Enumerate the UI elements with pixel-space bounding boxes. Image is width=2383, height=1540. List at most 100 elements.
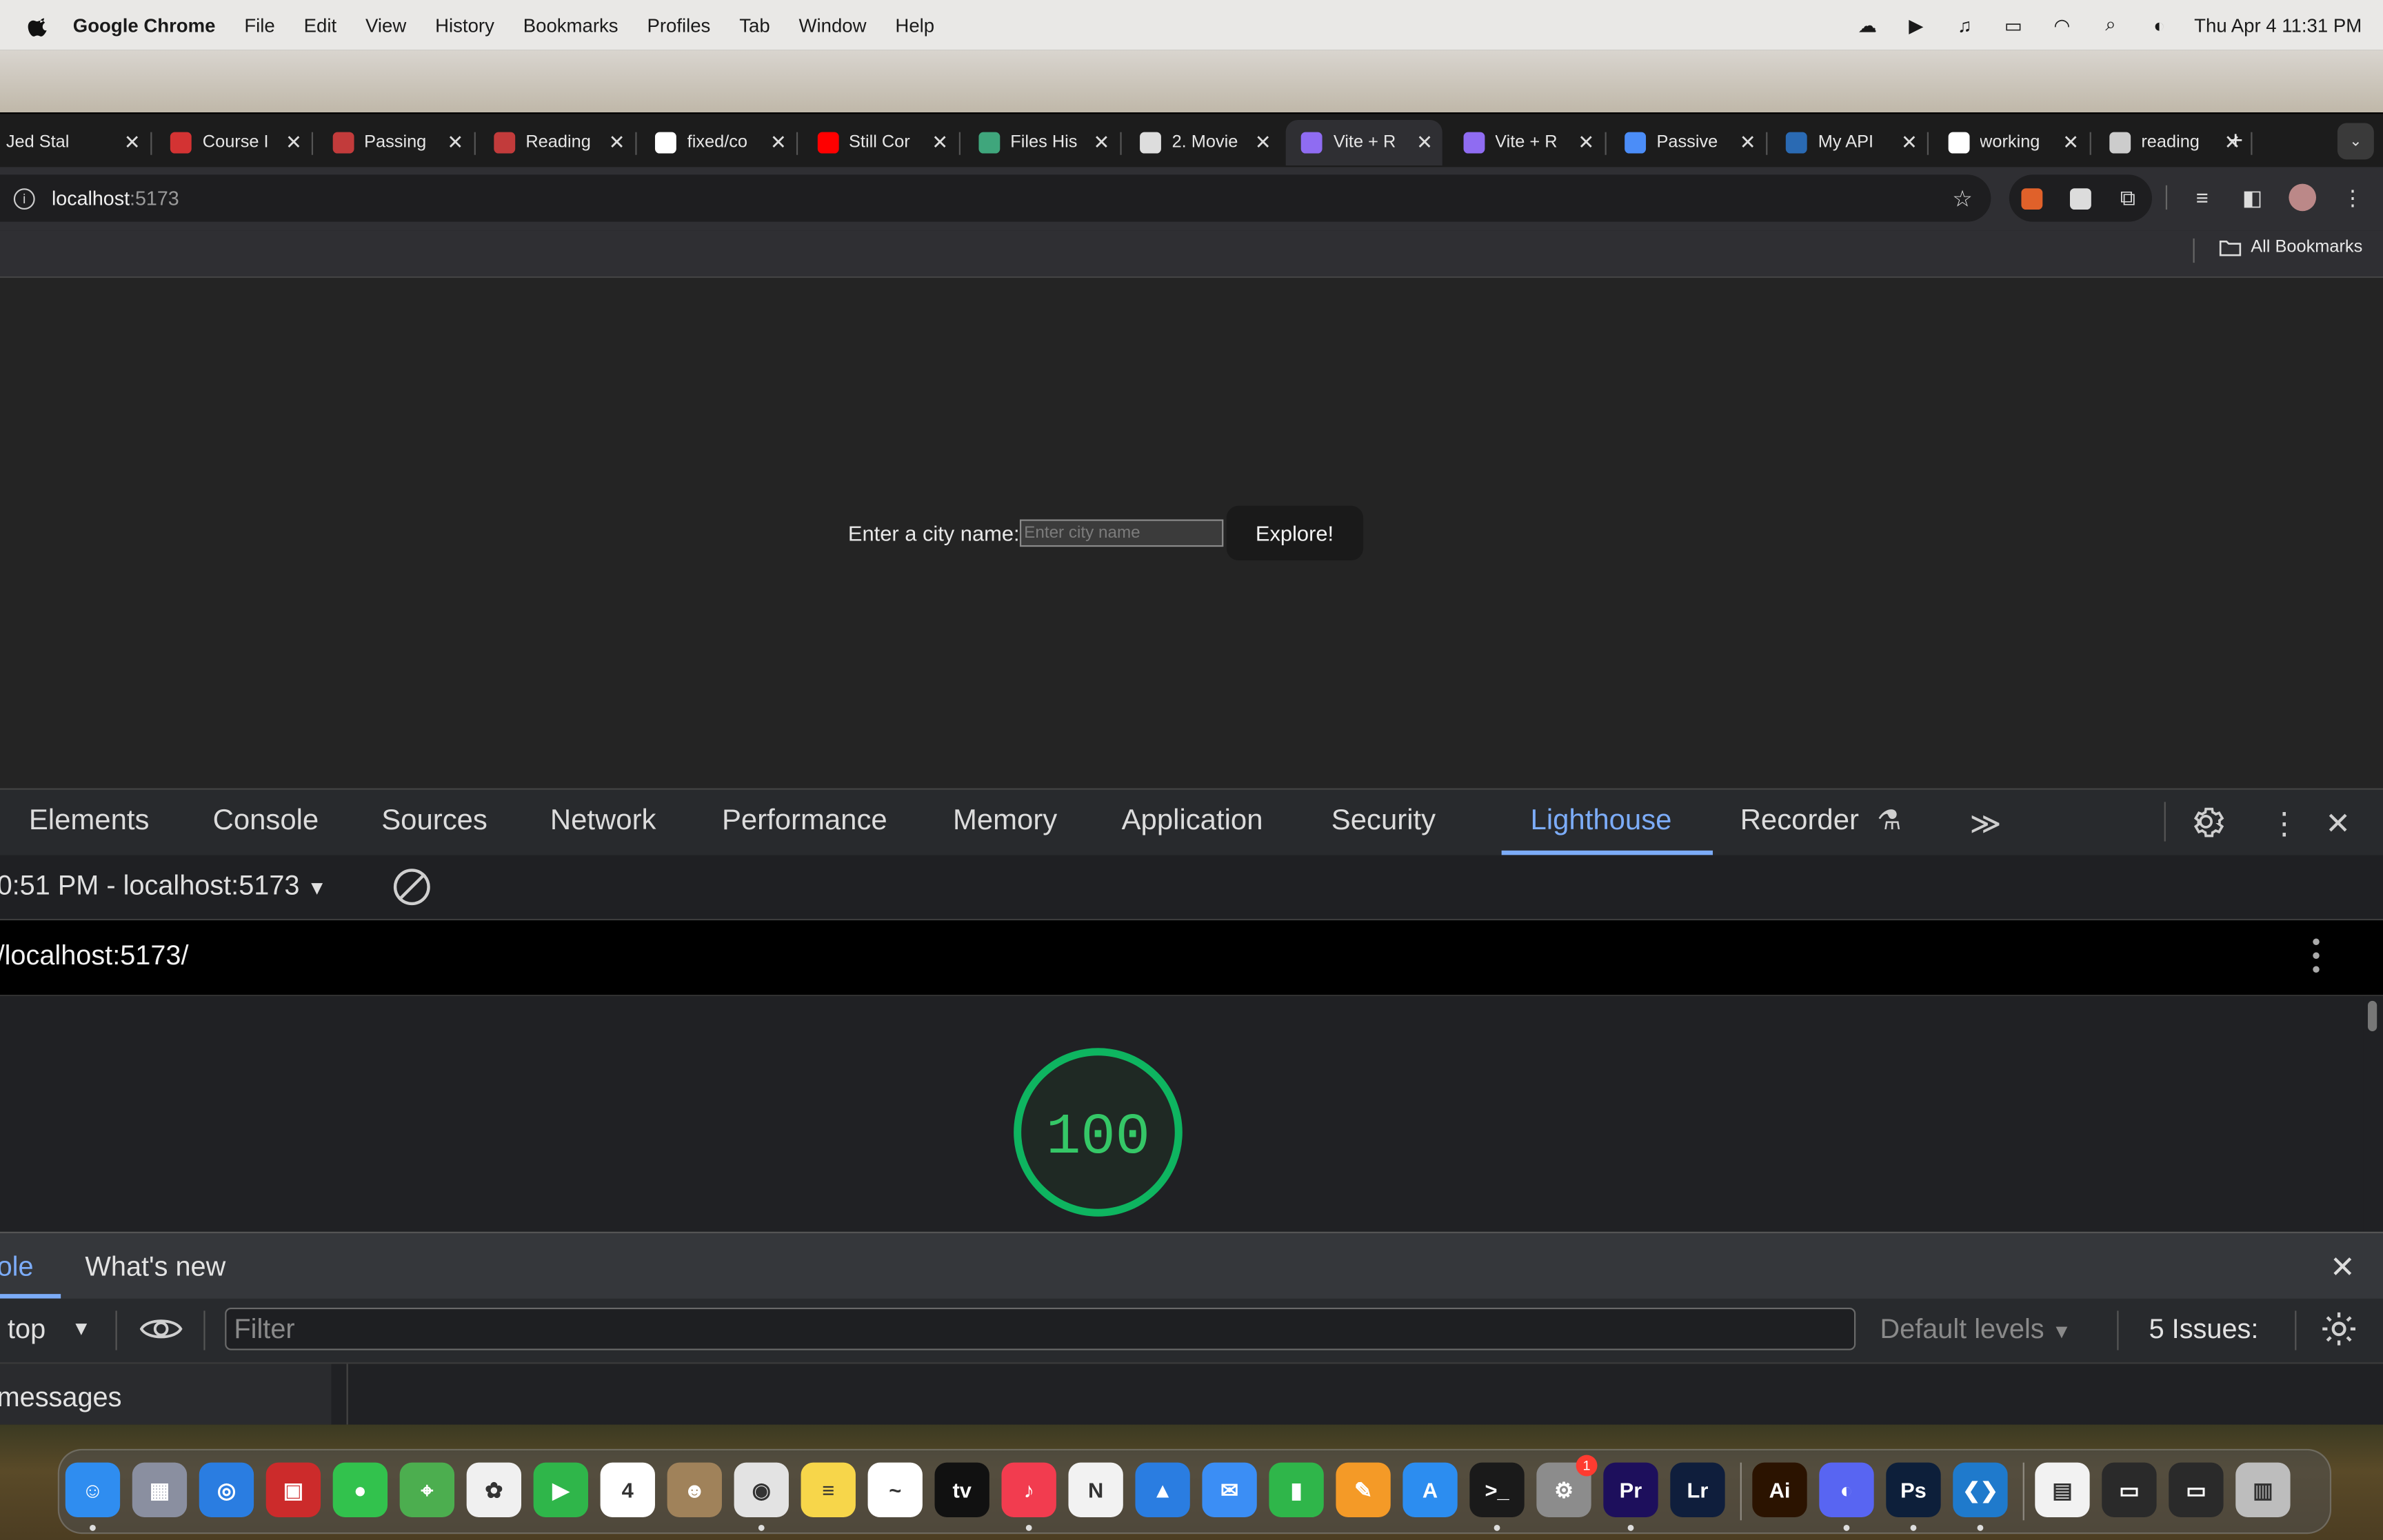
dock-app-tv[interactable]: tv — [934, 1462, 989, 1517]
side-panel-icon[interactable]: ◧ — [2240, 185, 2264, 210]
tab-close-icon[interactable]: ✕ — [281, 130, 305, 154]
dock-app-terminal[interactable]: >_ — [1469, 1462, 1525, 1517]
dock-app-facetime[interactable]: ▶ — [533, 1462, 588, 1517]
devtools-tab-console[interactable]: Console — [213, 805, 319, 838]
chrome-menu-kebab-icon[interactable]: ⋮ — [2340, 185, 2364, 210]
drawer-tab-whats-new[interactable]: What's new — [85, 1251, 225, 1283]
menu-help[interactable]: Help — [895, 14, 934, 36]
report-scrollbar[interactable] — [2363, 996, 2383, 1232]
dock-app-photoshop[interactable]: Ps — [1886, 1462, 1941, 1517]
dock-app-safari[interactable]: ◎ — [199, 1462, 254, 1517]
devtools-tab-performance[interactable]: Performance — [722, 805, 887, 838]
city-input[interactable] — [1019, 519, 1223, 547]
devtools-kebab-icon[interactable]: ⋮ — [2269, 805, 2300, 843]
dock-app-news[interactable]: N — [1068, 1462, 1123, 1517]
airpods-icon[interactable]: ♫ — [1951, 14, 1979, 36]
drawer-tab-console[interactable]: ole — [0, 1251, 34, 1283]
clear-reports-icon[interactable] — [393, 869, 430, 906]
devtools-tab-network[interactable]: Network — [550, 805, 656, 838]
menu-bookmarks[interactable]: Bookmarks — [523, 14, 619, 36]
profile-avatar[interactable] — [2289, 183, 2317, 212]
dock-app-app-store[interactable]: A — [1402, 1462, 1458, 1517]
creative-cloud-icon[interactable]: ☁ — [1853, 14, 1881, 37]
tab-close-icon[interactable]: ✕ — [443, 130, 467, 154]
tab-close-icon[interactable]: ✕ — [605, 130, 629, 154]
dock-app-lightroom[interactable]: Lr — [1670, 1462, 1725, 1517]
tab-close-icon[interactable]: ✕ — [1574, 130, 1598, 154]
dock-app-notes[interactable]: ≡ — [801, 1462, 856, 1517]
extension-icon-2[interactable] — [2069, 188, 2091, 210]
browser-tab[interactable]: working ✕ — [1933, 120, 2091, 165]
console-settings-gear-icon[interactable] — [2319, 1309, 2358, 1348]
devtools-tab-recorder[interactable]: Recorder — [1740, 805, 1859, 838]
more-tabs-icon[interactable]: ≫ — [1970, 805, 2002, 843]
dock-app-discord[interactable]: ◐ — [1819, 1462, 1874, 1517]
tab-close-icon[interactable]: ✕ — [766, 130, 790, 154]
dock-app-photo-booth[interactable]: ▣ — [265, 1462, 321, 1517]
context-selector[interactable]: top — [8, 1314, 46, 1346]
devtools-tab-sources[interactable]: Sources — [381, 805, 487, 838]
browser-tab[interactable]: Course I ✕ — [155, 120, 314, 165]
browser-tab[interactable]: 2. Movie ✕ — [1125, 120, 1281, 165]
report-selector[interactable]: 0:51 PM - localhost:5173 ▼ — [0, 870, 327, 902]
spotlight-search-icon[interactable]: ⌕ — [2097, 14, 2124, 36]
dock-app-calendar[interactable]: 4 — [600, 1462, 655, 1517]
tab-close-icon[interactable]: ✕ — [1412, 130, 1436, 154]
devtools-tab-elements[interactable]: Elements — [29, 805, 150, 838]
live-expression-eye-icon[interactable] — [139, 1315, 183, 1343]
new-tab-button[interactable]: + — [2228, 126, 2243, 156]
dock-app-launchpad[interactable]: ▦ — [132, 1462, 188, 1517]
menu-edit[interactable]: Edit — [304, 14, 336, 36]
dock-app-chrome[interactable]: ◉ — [734, 1462, 789, 1517]
dock-app-music[interactable]: ♪ — [1001, 1462, 1056, 1517]
menu-view[interactable]: View — [365, 14, 406, 36]
wifi-icon[interactable]: ◠ — [2049, 14, 2076, 37]
browser-tab[interactable]: Files His ✕ — [963, 120, 1122, 165]
tab-close-icon[interactable]: ✕ — [2059, 130, 2083, 154]
report-menu-kebab-icon[interactable]: ● ● ● — [2311, 935, 2320, 977]
extension-icon-1[interactable] — [2021, 188, 2043, 210]
menu-clock[interactable]: Thu Apr 4 11:31 PM — [2194, 14, 2362, 36]
dock-app-trash[interactable]: ▥ — [2235, 1462, 2291, 1517]
console-filter-input[interactable] — [225, 1307, 1856, 1350]
extensions-puzzle-icon[interactable]: ⧉ — [2115, 185, 2140, 210]
devtools-tab-memory[interactable]: Memory — [953, 805, 1057, 838]
browser-tab[interactable]: reading ✕ — [2094, 120, 2253, 165]
bookmark-star-icon[interactable]: ☆ — [1952, 185, 1973, 212]
tab-search-chevron-icon[interactable]: ⌄ — [2337, 123, 2374, 160]
dock-app-illustrator[interactable]: Ai — [1752, 1462, 1807, 1517]
browser-tab[interactable]: Jed Stal ✕ — [0, 120, 152, 165]
browser-tab[interactable]: fixed/co ✕ — [640, 120, 798, 165]
tab-close-icon[interactable]: ✕ — [120, 130, 144, 154]
console-sidebar-divider[interactable] — [346, 1364, 348, 1425]
tab-close-icon[interactable]: ✕ — [1736, 130, 1760, 154]
dock-app-numbers[interactable]: ▮ — [1269, 1462, 1324, 1517]
media-controls-icon[interactable]: ≡ — [2190, 185, 2214, 210]
sidebar-item-messages[interactable]: messages — [0, 1382, 121, 1414]
browser-tab[interactable]: Vite + R ✕ — [1286, 120, 1443, 166]
dock-app-pages[interactable]: ✎ — [1336, 1462, 1391, 1517]
browser-tab[interactable]: Reading ✕ — [479, 120, 637, 165]
dock-app-maps[interactable]: ⌖ — [399, 1462, 455, 1517]
issues-counter[interactable]: 5 Issues: — [2149, 1314, 2259, 1346]
site-info-icon[interactable]: i — [13, 188, 35, 209]
all-bookmarks-button[interactable]: All Bookmarks — [2219, 239, 2362, 256]
tab-close-icon[interactable]: ✕ — [1089, 130, 1114, 154]
browser-tab[interactable]: Passive ✕ — [1609, 120, 1768, 165]
address-bar[interactable]: i localhost:5173 ☆ — [0, 174, 1991, 222]
dock-app-window-1[interactable]: ▭ — [2102, 1462, 2157, 1517]
menu-tab[interactable]: Tab — [739, 14, 770, 36]
dock-app-contacts[interactable]: ☻ — [667, 1462, 722, 1517]
dock-app-premiere-pro[interactable]: Pr — [1603, 1462, 1658, 1517]
dock-app-window-2[interactable]: ▭ — [2169, 1462, 2224, 1517]
drawer-close-icon[interactable]: ✕ — [2330, 1248, 2355, 1286]
dock-app-keynote[interactable]: ▲ — [1135, 1462, 1190, 1517]
menu-app-name[interactable]: Google Chrome — [73, 14, 216, 36]
play-icon[interactable]: ▶ — [1902, 14, 1930, 37]
devtools-tab-security[interactable]: Security — [1331, 805, 1436, 838]
dock-app-mail[interactable]: ✉ — [1202, 1462, 1257, 1517]
browser-tab[interactable]: My API ✕ — [1771, 120, 1929, 165]
menu-window[interactable]: Window — [799, 14, 867, 36]
tab-close-icon[interactable]: ✕ — [1897, 130, 1921, 154]
devtools-tab-application[interactable]: Application — [1122, 805, 1263, 838]
